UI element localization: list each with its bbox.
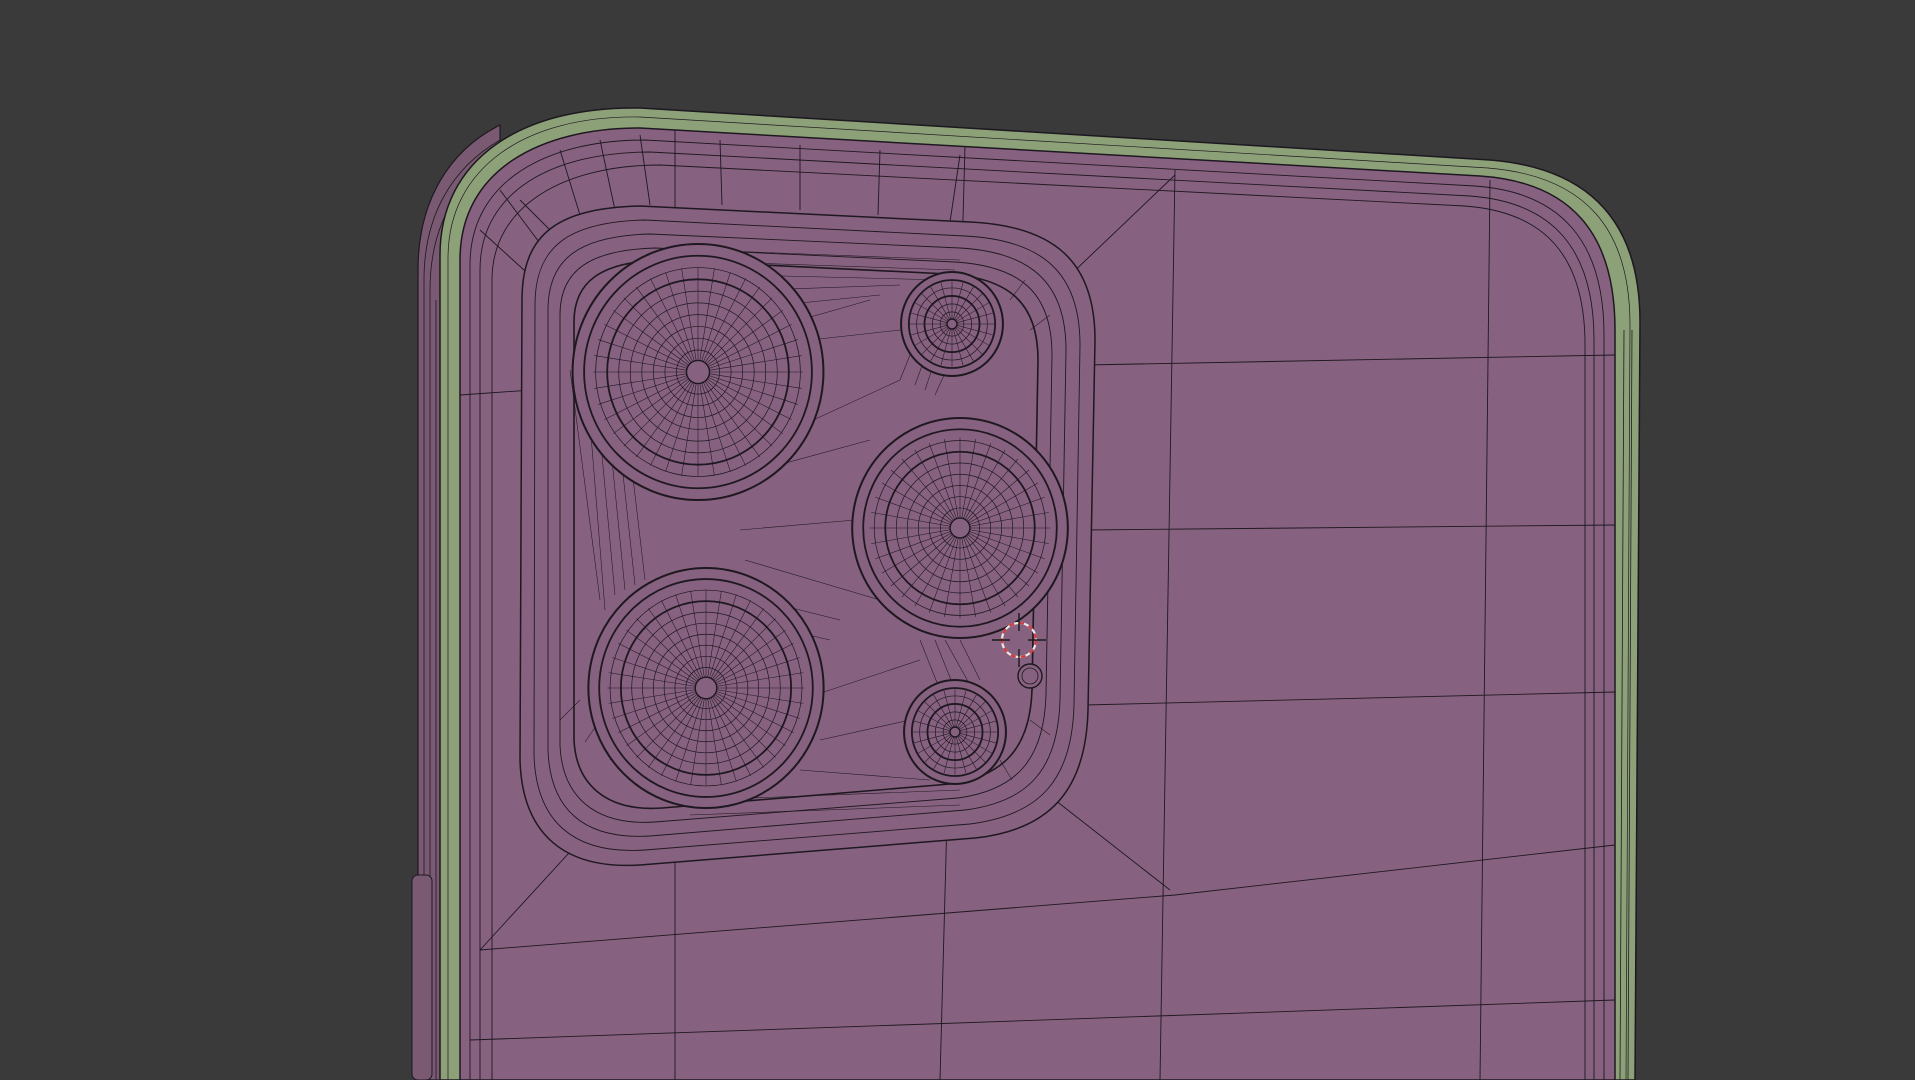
lens-bottom-left: [587, 567, 825, 809]
3d-viewport[interactable]: [0, 0, 1915, 1080]
lens-middle-right: [851, 417, 1069, 639]
lens-top-right: [900, 271, 1004, 377]
microphone-hole: [1017, 663, 1043, 689]
lens-bottom-right: [903, 679, 1007, 785]
viewport-canvas[interactable]: [0, 0, 1915, 1080]
lens-top-left: [571, 243, 825, 501]
side-button: [411, 874, 433, 1080]
